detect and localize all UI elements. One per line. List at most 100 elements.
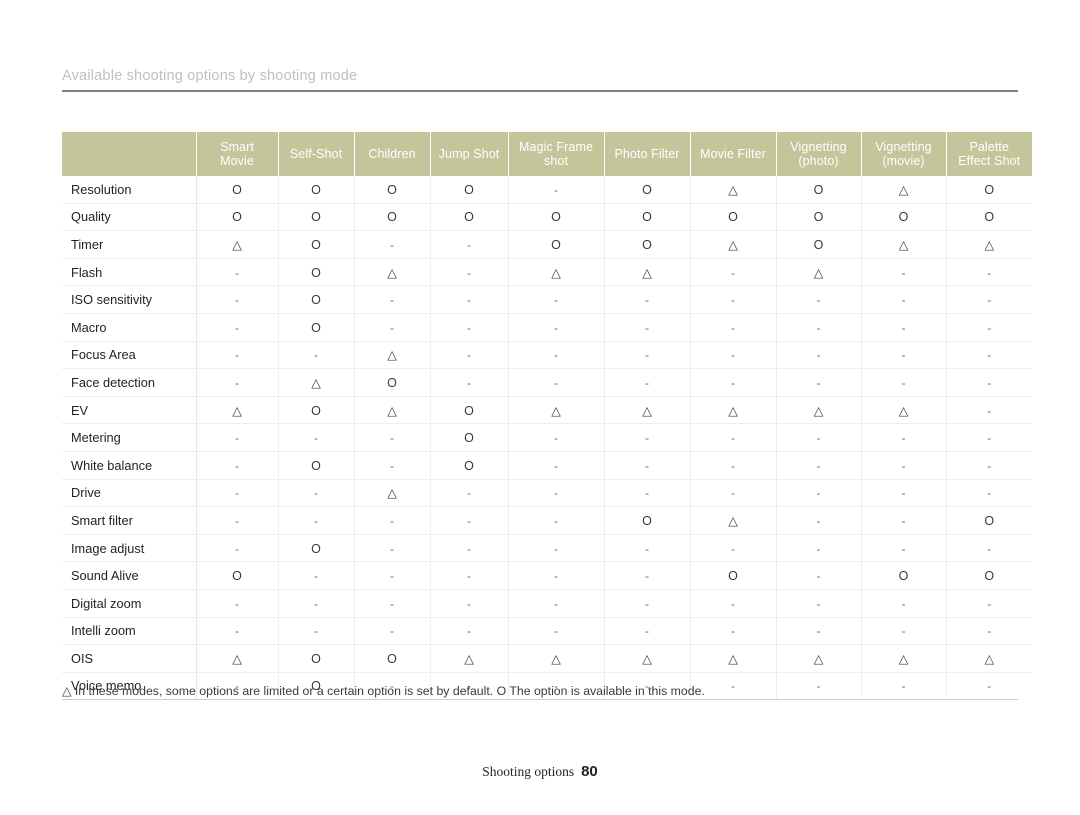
table-cell: O [278, 285, 355, 314]
table-cell: △ [508, 396, 605, 425]
row-label: Resolution [62, 176, 197, 204]
unavailable-dash-icon: - [645, 348, 649, 363]
running-head: Available shooting options by shooting m… [62, 68, 1018, 92]
unavailable-dash-icon: - [467, 486, 471, 501]
available-circle-icon: O [311, 182, 321, 197]
table-cell: △ [354, 258, 431, 287]
table-cell: O [278, 451, 355, 480]
row-label: Drive [62, 479, 197, 508]
unavailable-dash-icon: - [235, 541, 239, 556]
unavailable-dash-icon: - [816, 348, 821, 363]
table-cell: △ [776, 258, 862, 287]
table-cell: - [604, 285, 691, 314]
table-cell: - [946, 368, 1032, 397]
header-row: Smart Movie Self-Shot Children Jump Shot… [62, 132, 1032, 176]
table-cell: - [278, 589, 355, 618]
table-cell: - [861, 451, 947, 480]
unavailable-dash-icon: - [554, 541, 558, 556]
table-row: EV △ O △ O △ △ △ △ △ - [62, 396, 1032, 425]
table-cell: △ [690, 176, 777, 204]
table-cell: - [354, 313, 431, 342]
unavailable-dash-icon: - [987, 293, 992, 308]
table-cell: O [354, 644, 431, 673]
table-cell: △ [196, 230, 279, 259]
table-cell: △ [776, 396, 862, 425]
table-row: OIS △ O O △ △ △ △ △ △ △ [62, 644, 1032, 673]
table-cell: O [690, 203, 777, 232]
limited-triangle-icon: △ [551, 403, 561, 418]
available-circle-icon: O [311, 320, 321, 335]
limited-triangle-icon: △ [984, 651, 995, 666]
table-bottom-divider [62, 699, 1018, 701]
unavailable-dash-icon: - [235, 320, 239, 335]
table-cell: △ [604, 258, 691, 287]
column-header-line1: Children [368, 146, 416, 161]
unavailable-dash-icon: - [816, 624, 821, 639]
shooting-options-table: Smart Movie Self-Shot Children Jump Shot… [62, 132, 1032, 700]
table-cell: O [278, 258, 355, 287]
table-cell: - [354, 617, 431, 646]
table-cell: - [278, 561, 355, 590]
table-cell: - [946, 313, 1032, 342]
table-row: Smart filter - - - - - O △ - - O [62, 506, 1032, 535]
table-cell: - [690, 258, 777, 287]
unavailable-dash-icon: - [467, 541, 471, 556]
unavailable-dash-icon: - [645, 375, 649, 390]
available-circle-icon: O [551, 237, 561, 252]
table-cell: - [776, 589, 862, 618]
table-row: Resolution O O O O - O △ O △ O [62, 176, 1032, 204]
table-cell: O [430, 176, 509, 204]
table-cell: - [604, 368, 691, 397]
table-cell: - [430, 285, 509, 314]
limited-triangle-icon: △ [813, 265, 824, 280]
table-cell: △ [354, 479, 431, 508]
row-label: Timer [62, 230, 197, 259]
unavailable-dash-icon: - [554, 513, 558, 528]
table-cell: - [690, 451, 777, 480]
table-cell: - [604, 423, 691, 452]
available-circle-icon: O [311, 541, 321, 556]
unavailable-dash-icon: - [731, 486, 735, 501]
table-cell: - [861, 341, 947, 370]
table-cell: - [430, 561, 509, 590]
column-header-line1: Magic Frame [518, 139, 594, 154]
unavailable-dash-icon: - [645, 541, 649, 556]
row-label: OIS [62, 644, 197, 673]
table-cell: - [604, 313, 691, 342]
unavailable-dash-icon: - [816, 431, 821, 446]
available-circle-icon: O [232, 569, 242, 584]
unavailable-dash-icon: - [554, 320, 558, 335]
unavailable-dash-icon: - [645, 569, 649, 584]
table-cell: - [604, 561, 691, 590]
table-cell: - [196, 479, 279, 508]
table-cell: - [946, 617, 1032, 646]
table-cell: - [604, 341, 691, 370]
table-cell: - [861, 534, 947, 563]
unavailable-dash-icon: - [645, 458, 649, 473]
table-cell: - [776, 534, 862, 563]
available-circle-icon: O [642, 182, 652, 197]
available-circle-icon: O [642, 237, 652, 252]
table-cell: - [690, 534, 777, 563]
table-cell: - [776, 506, 862, 535]
table-cell: - [508, 176, 605, 204]
unavailable-dash-icon: - [390, 237, 394, 252]
table-cell: - [508, 423, 605, 452]
unavailable-dash-icon: - [987, 624, 992, 639]
table-cell: △ [604, 644, 691, 673]
table-row: White balance - O - O - - - - - - [62, 451, 1032, 480]
unavailable-dash-icon: - [467, 375, 471, 390]
table-cell: O [604, 176, 691, 204]
unavailable-dash-icon: - [901, 431, 906, 446]
unavailable-dash-icon: - [554, 486, 558, 501]
table-cell: O [196, 203, 279, 232]
table-cell: - [861, 423, 947, 452]
table-cell: - [604, 534, 691, 563]
unavailable-dash-icon: - [901, 293, 906, 308]
table-cell: - [354, 589, 431, 618]
unavailable-dash-icon: - [901, 486, 906, 501]
unavailable-dash-icon: - [314, 486, 318, 501]
table-cell: O [430, 423, 509, 452]
table-cell: - [354, 451, 431, 480]
column-header-line1: Photo Filter [614, 146, 680, 161]
